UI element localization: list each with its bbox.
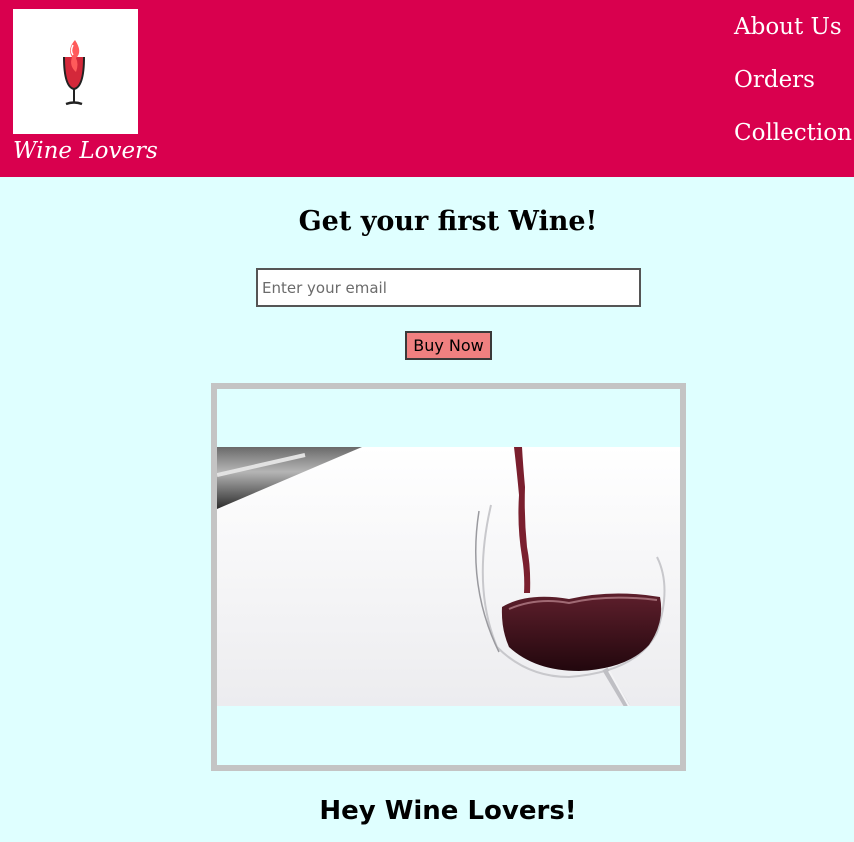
nav-about-us[interactable]: About Us [734,14,842,40]
media-frame [211,383,686,771]
nav-collection[interactable]: Collection [734,120,852,146]
page-title: Get your first Wine! [298,206,598,237]
buy-now-button[interactable]: Buy Now [405,331,492,360]
nav-orders[interactable]: Orders [734,67,815,93]
site-header: Wine Lovers About Us Orders Collection [0,0,854,177]
section-heading: Hey Wine Lovers! [319,796,577,826]
brand-name: Wine Lovers [13,138,158,164]
logo-link[interactable] [13,9,138,134]
wine-pouring-image [217,447,680,706]
email-field[interactable] [256,268,641,307]
wine-glass-icon [63,40,85,106]
